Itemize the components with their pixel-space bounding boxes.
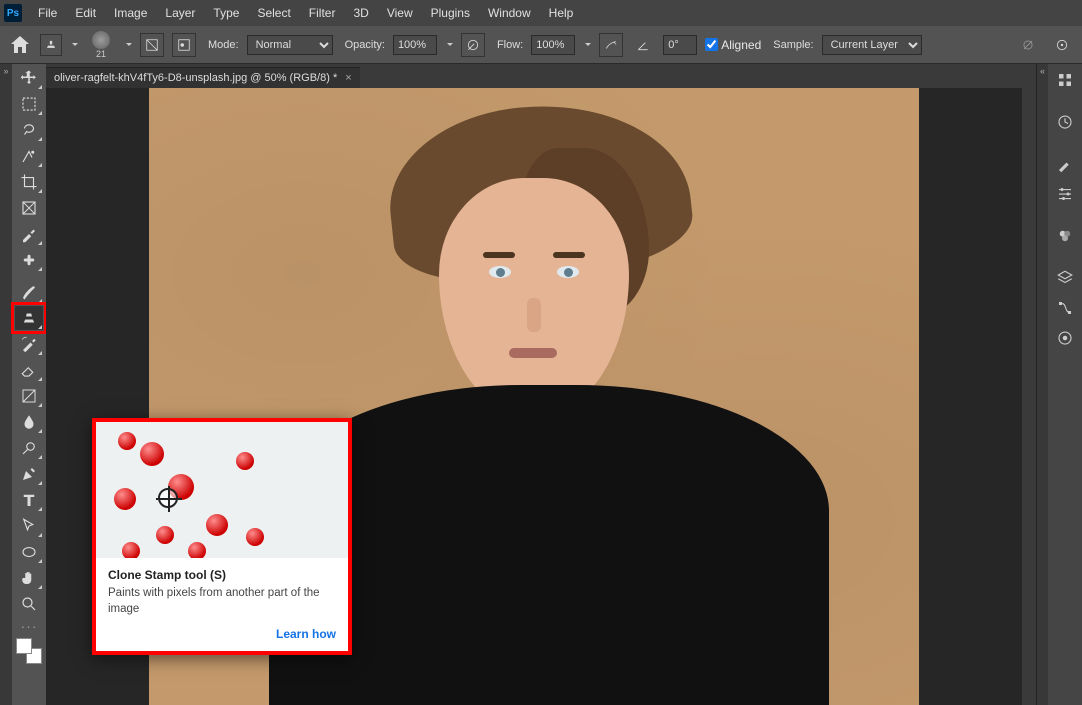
history-brush-tool[interactable]: [15, 332, 43, 356]
path-selection-tool[interactable]: [15, 514, 43, 538]
vertical-scrollbar[interactable]: [1022, 88, 1036, 705]
right-panel-dock: [1048, 64, 1082, 705]
brush-tool[interactable]: [15, 280, 43, 304]
chevron-down-icon: [447, 43, 453, 46]
sample-select[interactable]: Current Layer: [822, 35, 922, 55]
pressure-opacity-icon[interactable]: [461, 33, 485, 57]
flow-input[interactable]: [531, 35, 575, 55]
frame-tool[interactable]: [15, 196, 43, 220]
airbrush-icon[interactable]: [599, 33, 623, 57]
edit-toolbar-icon[interactable]: ···: [21, 622, 38, 630]
brush-angle-icon[interactable]: [631, 33, 655, 57]
menu-file[interactable]: File: [30, 4, 65, 22]
tool-tooltip-popover: Clone Stamp tool (S) Paints with pixels …: [92, 418, 352, 655]
brush-settings-toggle-icon[interactable]: [140, 33, 164, 57]
tooltip-description: Paints with pixels from another part of …: [108, 586, 336, 617]
menu-edit[interactable]: Edit: [67, 4, 104, 22]
blur-tool[interactable]: [15, 410, 43, 434]
brush-preset-picker[interactable]: 21: [86, 31, 116, 59]
learn-how-link[interactable]: Learn how: [96, 625, 348, 651]
tools-panel: ···: [12, 64, 46, 705]
layers-panel-icon[interactable]: [1051, 264, 1079, 292]
options-bar: 21 Mode: Normal Opacity: Flow: Aligned S…: [0, 26, 1082, 64]
opacity-label: Opacity:: [345, 39, 385, 51]
eraser-tool[interactable]: [15, 358, 43, 382]
opacity-input[interactable]: [393, 35, 437, 55]
foreground-color-swatch[interactable]: [16, 638, 32, 654]
menu-plugins[interactable]: Plugins: [423, 4, 478, 22]
aligned-checkbox-input[interactable]: [705, 38, 718, 51]
document-tab-title: oliver-ragfelt-khV4fTy6-D8-unsplash.jpg …: [54, 72, 337, 84]
brush-preview-dot: [92, 31, 110, 49]
menu-select[interactable]: Select: [249, 4, 298, 22]
eyedropper-tool[interactable]: [15, 222, 43, 246]
left-collapse-strip[interactable]: »: [0, 64, 12, 705]
menu-window[interactable]: Window: [480, 4, 539, 22]
document-tab-bar: oliver-ragfelt-khV4fTy6-D8-unsplash.jpg …: [46, 64, 1036, 88]
crop-tool[interactable]: [15, 170, 43, 194]
tooltip-preview-image: [96, 422, 348, 558]
brush-size-label: 21: [96, 49, 106, 59]
ignore-adjustments-icon[interactable]: [1016, 33, 1040, 57]
chevron-down-icon: [72, 43, 78, 46]
brush-panel-toggle-icon[interactable]: [172, 33, 196, 57]
menu-view[interactable]: View: [379, 4, 421, 22]
gradient-tool[interactable]: [15, 384, 43, 408]
right-collapse-strip[interactable]: «: [1036, 64, 1048, 705]
photoshop-logo: Ps: [4, 4, 22, 22]
brushes-panel-icon[interactable]: [1051, 150, 1079, 178]
home-icon[interactable]: [8, 33, 32, 57]
menu-bar: Ps File Edit Image Layer Type Select Fil…: [0, 0, 1082, 26]
clone-stamp-tool[interactable]: [15, 306, 43, 330]
quick-selection-tool[interactable]: [15, 144, 43, 168]
aligned-checkbox[interactable]: Aligned: [705, 38, 761, 52]
canvas-area: oliver-ragfelt-khV4fTy6-D8-unsplash.jpg …: [46, 64, 1036, 705]
close-icon[interactable]: ×: [345, 72, 351, 84]
color-swatches[interactable]: [16, 638, 42, 664]
swatches-panel-icon[interactable]: [1051, 222, 1079, 250]
lasso-tool[interactable]: [15, 118, 43, 142]
document-tab[interactable]: oliver-ragfelt-khV4fTy6-D8-unsplash.jpg …: [46, 67, 360, 88]
history-panel-icon[interactable]: [1051, 108, 1079, 136]
app-body: » ··· o: [0, 64, 1082, 705]
clone-source-crosshair-icon: [158, 488, 178, 508]
properties-panel-icon[interactable]: [1051, 66, 1079, 94]
hand-tool[interactable]: [15, 566, 43, 590]
healing-brush-tool[interactable]: [15, 248, 43, 272]
flow-label: Flow:: [497, 39, 523, 51]
dodge-tool[interactable]: [15, 436, 43, 460]
menu-layer[interactable]: Layer: [157, 4, 203, 22]
sample-label: Sample:: [773, 39, 813, 51]
zoom-tool[interactable]: [15, 592, 43, 616]
menu-image[interactable]: Image: [106, 4, 155, 22]
menu-type[interactable]: Type: [205, 4, 247, 22]
angle-input[interactable]: [663, 35, 697, 55]
menu-filter[interactable]: Filter: [301, 4, 344, 22]
shape-tool[interactable]: [15, 540, 43, 564]
channels-panel-icon[interactable]: [1051, 324, 1079, 352]
marquee-tool[interactable]: [15, 92, 43, 116]
chevron-down-icon: [585, 43, 591, 46]
menu-help[interactable]: Help: [541, 4, 582, 22]
chevron-down-icon: [126, 43, 132, 46]
paths-panel-icon[interactable]: [1051, 294, 1079, 322]
menu-3d[interactable]: 3D: [345, 4, 376, 22]
aligned-label: Aligned: [721, 38, 761, 52]
tool-preset-picker[interactable]: [40, 34, 62, 56]
brush-settings-panel-icon[interactable]: [1051, 180, 1079, 208]
pen-tool[interactable]: [15, 462, 43, 486]
type-tool[interactable]: [15, 488, 43, 512]
mode-label: Mode:: [208, 39, 239, 51]
move-tool[interactable]: [15, 66, 43, 90]
blend-mode-select[interactable]: Normal: [247, 35, 333, 55]
pressure-size-icon[interactable]: [1050, 33, 1074, 57]
tooltip-title: Clone Stamp tool (S): [108, 568, 336, 582]
